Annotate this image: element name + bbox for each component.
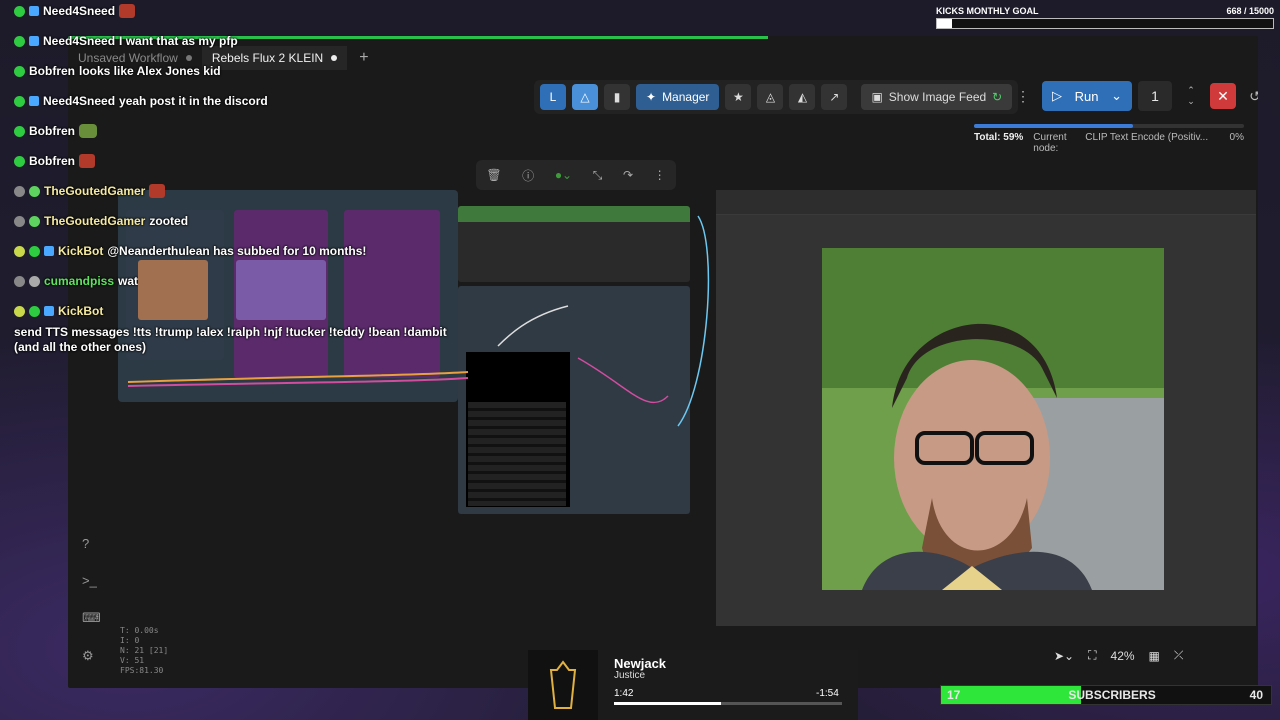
cancel-button[interactable]: ✕ — [1210, 83, 1236, 109]
more-icon[interactable]: ⋮ — [654, 168, 666, 182]
unsaved-dot-icon — [331, 55, 338, 61]
album-art — [528, 650, 598, 720]
l-button[interactable]: L — [540, 84, 566, 110]
comfyui-window: Unsaved Workflow Rebels Flux 2 KLEIN + L… — [68, 36, 1258, 688]
run-controls: ⋮ ▷ Run ⌄ 1 ⌃⌄ ✕ ↺ ▯ — [1010, 80, 1258, 112]
bottom-sidebar: ? >_ ⌨ ⚙ — [82, 536, 101, 664]
run-label: Run — [1074, 88, 1099, 104]
top-toolbar: L △ ▮ ✦ Manager ★ ◬ ◭ ↗ ▣ Show Image Fee… — [534, 80, 1019, 114]
goal-label: KICKS MONTHLY GOAL — [936, 6, 1039, 16]
tab-rebels-flux[interactable]: Rebels Flux 2 KLEIN — [201, 46, 348, 70]
stepper-icon[interactable]: ⌃ ⌄ — [1178, 83, 1204, 109]
total-progress-fill — [974, 124, 1134, 128]
track-progress-bar — [614, 702, 842, 705]
unsaved-dot-icon — [185, 55, 192, 61]
total-label: Total: 59% — [974, 132, 1024, 143]
logo-icon[interactable]: △ — [572, 84, 598, 110]
chat-emote-image-2 — [236, 260, 326, 320]
kicks-goal-widget: KICKS MONTHLY GOAL 668 / 15000 — [936, 6, 1274, 29]
tab-label: Unsaved Workflow — [78, 51, 178, 65]
goal-progress-fill — [937, 19, 953, 28]
triangle-icon[interactable]: ◬ — [757, 84, 784, 110]
track-artist: Justice — [614, 670, 646, 681]
drag-handle-icon[interactable]: ⋮ — [1010, 83, 1036, 109]
fit-view-icon[interactable]: ⛶ — [1088, 648, 1096, 663]
minimap-icon[interactable]: ▦ — [1149, 649, 1160, 663]
trash-icon[interactable]: 🗑 — [486, 168, 501, 182]
color-picker-icon[interactable]: ●⌄ — [555, 168, 572, 182]
subs-label: SUBSCRIBERS — [1068, 688, 1156, 702]
info-icon[interactable]: ⓘ — [522, 167, 534, 184]
chat-message: TheGoutedGamer — [14, 184, 166, 198]
metric-nodes: N: 21 [21] — [120, 646, 169, 655]
chat-message: Bobfren — [14, 154, 95, 168]
help-icon[interactable]: ? — [82, 536, 101, 551]
subscribers-fill — [941, 686, 1082, 704]
tab-label: Rebels Flux 2 KLEIN — [211, 51, 324, 65]
metric-v: V: 51 — [120, 656, 145, 665]
chat-message: Bobfren — [14, 124, 97, 138]
show-image-feed-button[interactable]: ▣ Show Image Feed ↻ — [861, 84, 1013, 110]
track-progress-fill — [614, 702, 722, 705]
link-toggle-icon[interactable]: ⤫ — [1174, 648, 1184, 663]
chat-message: Bobfren looks like Alex Jones kid — [14, 64, 221, 78]
queue-count-input[interactable]: 1 — [1138, 81, 1172, 111]
node-percent: 0% — [1229, 132, 1244, 143]
pointer-icon[interactable]: ➤⌄ — [1054, 649, 1074, 663]
track-elapsed: 1:42 — [614, 688, 634, 699]
execution-status: Total: 59% Current node: CLIP Text Encod… — [974, 124, 1244, 154]
fit-icon[interactable]: ⤡ — [593, 168, 603, 183]
chat-message: Need4Sneed yeah post it in the discord — [14, 94, 268, 108]
run-button[interactable]: ▷ Run ⌄ — [1042, 81, 1132, 111]
manager-label: Manager — [662, 90, 710, 104]
puzzle-icon: ✦ — [646, 90, 657, 104]
redo-icon[interactable]: ↷ — [623, 168, 633, 182]
chat-message: Need4Sneed I want that as my pfp — [14, 34, 238, 48]
chat-message: KickBot — [14, 304, 103, 318]
metric-time: T: 0.00s — [120, 626, 159, 635]
metric-i: I: 0 — [120, 636, 140, 645]
render-metrics: T: 0.00s I: 0 N: 21 [21] V: 51 FPS:81.30 — [120, 626, 168, 676]
chat-message: KickBot @Neanderthulean has subbed for 10… — [14, 244, 366, 258]
subscribers-bar: 17 SUBSCRIBERS 40 — [940, 685, 1272, 705]
play-icon: ▷ — [1052, 88, 1062, 103]
canvas-nav-controls: ➤⌄ ⛶ 42% ▦ ⤫ — [1054, 648, 1184, 663]
subs-current: 17 — [947, 688, 961, 702]
new-tab-button[interactable]: + — [347, 49, 380, 67]
terminal-icon[interactable]: >_ — [82, 573, 101, 588]
preview-header — [716, 190, 1256, 215]
keyboard-icon[interactable]: ⌨ — [82, 610, 101, 626]
manager-button[interactable]: ✦ Manager — [636, 84, 720, 110]
subs-target: 40 — [1249, 688, 1263, 702]
now-playing-widget: Newjack Justice 1:42 -1:54 — [528, 650, 858, 720]
triangle-alt-icon[interactable]: ◭ — [789, 84, 816, 110]
chat-message: TheGoutedGamer zooted — [14, 214, 188, 228]
goal-progress-bar — [936, 18, 1274, 29]
share-icon[interactable]: ↗ — [821, 84, 848, 110]
chevron-down-icon[interactable]: ⌄ — [1111, 88, 1122, 104]
generated-image[interactable] — [822, 248, 1164, 590]
bookmark-icon[interactable]: ▮ — [604, 84, 630, 110]
image-preview-panel — [716, 190, 1256, 626]
history-icon[interactable]: ↺ — [1242, 83, 1258, 109]
chat-emote-image-1 — [138, 260, 208, 320]
total-progress-bar — [974, 124, 1244, 128]
feed-label: Show Image Feed — [888, 90, 987, 104]
current-node-name: CLIP Text Encode (Positiv... — [1085, 132, 1209, 143]
chat-message: Need4Sneed — [14, 4, 136, 18]
track-remaining: -1:54 — [816, 688, 839, 699]
current-node-label: Current node: — [1033, 132, 1067, 154]
goal-value: 668 / 15000 — [1226, 6, 1274, 16]
refresh-icon: ↻ — [992, 90, 1003, 104]
chat-message: cumandpiss watda — [14, 274, 152, 288]
settings-gear-icon[interactable]: ⚙ — [82, 648, 101, 664]
zoom-level[interactable]: 42% — [1111, 649, 1135, 663]
star-icon[interactable]: ★ — [725, 84, 752, 110]
tts-message: send TTS messages !tts !trump !alex !ral… — [14, 325, 447, 354]
metric-fps: FPS:81.30 — [120, 666, 164, 675]
image-icon: ▣ — [871, 90, 883, 104]
track-title: Newjack — [614, 656, 667, 671]
